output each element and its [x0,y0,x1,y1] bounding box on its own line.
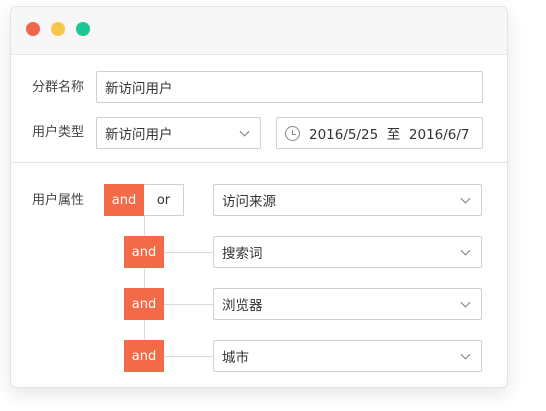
tree-connector [164,304,214,305]
condition-field-value: 城市 [222,350,249,366]
logic-or-toggle[interactable]: or [144,184,184,216]
chevron-down-icon [460,245,471,256]
section-divider [11,162,507,163]
app-window: 分群名称 新访问用户 用户类型 新访问用户 2016/5/25 至 2016/6… [10,6,508,388]
tree-connector [164,252,214,253]
title-bar [11,7,507,55]
user-attr-label: 用户属性 [32,193,85,208]
condition-field-value: 搜索词 [222,246,263,262]
logic-and-toggle[interactable]: and [104,184,144,216]
clock-icon [285,126,300,141]
close-window-button[interactable] [26,22,40,36]
condition-field-value: 浏览器 [222,298,263,314]
condition-operator-button[interactable]: and [124,236,164,268]
chevron-down-icon [460,297,471,308]
user-type-select[interactable]: 新访问用户 [96,117,261,149]
group-name-input[interactable]: 新访问用户 [96,71,483,103]
logic-and-label: and [111,192,137,208]
group-name-label: 分群名称 [32,80,85,95]
condition-operator-button[interactable]: and [124,288,164,320]
condition-select[interactable]: 浏览器 [213,288,482,320]
condition-select[interactable]: 城市 [213,340,482,372]
operator-label: and [131,244,157,260]
operator-label: and [131,348,157,364]
date-range-picker[interactable]: 2016/5/25 至 2016/6/7 [276,117,483,149]
condition-select[interactable]: 搜索词 [213,236,482,268]
user-type-label: 用户类型 [32,125,85,140]
user-type-value: 新访问用户 [105,127,173,143]
condition-field-value: 访问来源 [222,194,276,210]
chevron-down-icon [460,349,471,360]
chevron-down-icon [239,126,250,137]
condition-select[interactable]: 访问来源 [213,184,482,216]
date-range-value: 2016/5/25 至 2016/6/7 [309,127,470,143]
maximize-window-button[interactable] [76,22,90,36]
tree-connector [164,356,214,357]
operator-label: and [131,296,157,312]
chevron-down-icon [460,193,471,204]
condition-operator-button[interactable]: and [124,340,164,372]
group-name-value: 新访问用户 [105,81,173,97]
logic-or-label: or [156,192,171,208]
minimize-window-button[interactable] [51,22,65,36]
